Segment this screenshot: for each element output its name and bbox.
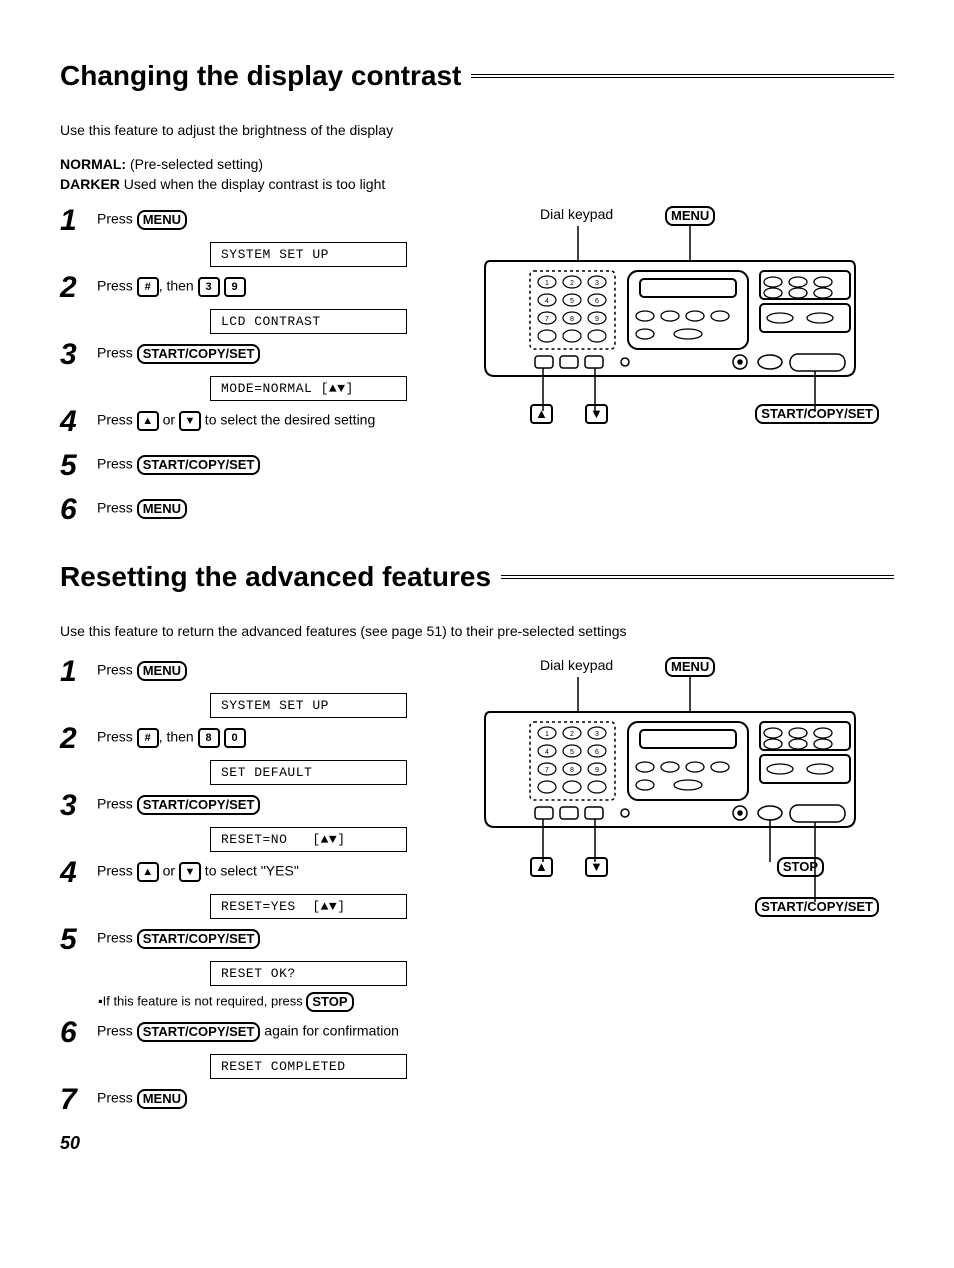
svg-text:8: 8	[570, 767, 574, 774]
up-arrow-key: ▲	[137, 862, 159, 882]
setting-darker: DARKER Used when the display contrast is…	[60, 176, 894, 192]
digit-key: 0	[224, 728, 246, 748]
lcd-display: RESET=YES [▲▼]	[210, 894, 407, 919]
lcd-display: SYSTEM SET UP	[210, 242, 407, 267]
svg-text:5: 5	[570, 749, 574, 756]
lcd-display: LCD CONTRAST	[210, 309, 407, 334]
down-arrow-key: ▼	[179, 411, 201, 431]
start-copy-set-button: START/COPY/SET	[137, 1022, 261, 1042]
step: 5 Press START/COPY/SET	[60, 451, 460, 481]
device-diagram-1: Dial keypad MENU ▲ ▼ START/COPY/SET 123 …	[480, 206, 894, 446]
step: 6 Press START/COPY/SET again for confirm…	[60, 1018, 460, 1048]
svg-text:1: 1	[545, 280, 549, 287]
step: 5 Press START/COPY/SET	[60, 925, 460, 955]
step: 2 Press #, then 3 9	[60, 273, 460, 303]
svg-text:9: 9	[595, 316, 599, 323]
svg-text:2: 2	[570, 731, 574, 738]
svg-text:3: 3	[595, 280, 599, 287]
digit-key: 3	[198, 277, 220, 297]
lcd-display: RESET COMPLETED	[210, 1054, 407, 1079]
lcd-display: RESET OK?	[210, 961, 407, 986]
section2-steps: 1 Press MENU SYSTEM SET UP 2 Press #, th…	[60, 657, 460, 1121]
svg-text:6: 6	[595, 298, 599, 305]
section1-intro: Use this feature to adjust the brightnes…	[60, 122, 894, 138]
up-arrow-key: ▲	[137, 411, 159, 431]
svg-text:2: 2	[570, 280, 574, 287]
step: 3 Press START/COPY/SET	[60, 340, 460, 370]
svg-text:1: 1	[545, 731, 549, 738]
menu-button: MENU	[137, 1089, 187, 1109]
menu-button: MENU	[137, 661, 187, 681]
hash-key: #	[137, 277, 159, 297]
start-copy-set-button: START/COPY/SET	[137, 929, 261, 949]
down-arrow-label: ▼	[585, 404, 608, 424]
dial-keypad-label: Dial keypad	[540, 657, 613, 673]
svg-text:7: 7	[545, 316, 549, 323]
start-copy-set-button: START/COPY/SET	[137, 455, 261, 475]
start-copy-set-label: START/COPY/SET	[755, 404, 879, 424]
step: 3 Press START/COPY/SET	[60, 791, 460, 821]
stop-button: STOP	[306, 992, 353, 1012]
start-copy-set-button: START/COPY/SET	[137, 344, 261, 364]
menu-label: MENU	[665, 657, 715, 677]
step: 7 Press MENU	[60, 1085, 460, 1115]
stop-note: ▪If this feature is not required, press …	[98, 992, 460, 1012]
section1-steps: 1 Press MENU SYSTEM SET UP 2 Press #, th…	[60, 206, 460, 531]
digit-key: 8	[198, 728, 220, 748]
lcd-display: RESET=NO [▲▼]	[210, 827, 407, 852]
menu-button: MENU	[137, 499, 187, 519]
setting-normal: NORMAL: (Pre-selected setting)	[60, 156, 894, 172]
section1-title: Changing the display contrast	[60, 60, 894, 92]
hash-key: #	[137, 728, 159, 748]
start-copy-set-button: START/COPY/SET	[137, 795, 261, 815]
section2-intro: Use this feature to return the advanced …	[60, 623, 894, 639]
section2-title: Resetting the advanced features	[60, 561, 894, 593]
svg-text:4: 4	[545, 749, 549, 756]
step: 1 Press MENU	[60, 657, 460, 687]
svg-text:9: 9	[595, 767, 599, 774]
lcd-display: MODE=NORMAL [▲▼]	[210, 376, 407, 401]
device-diagram-2: Dial keypad MENU ▲ ▼ STOP START/COPY/SET…	[480, 657, 894, 937]
step: 4 Press ▲ or ▼ to select "YES"	[60, 858, 460, 888]
svg-text:8: 8	[570, 316, 574, 323]
down-arrow-label: ▼	[585, 857, 608, 877]
svg-text:6: 6	[595, 749, 599, 756]
svg-text:4: 4	[545, 298, 549, 305]
up-arrow-label: ▲	[530, 857, 553, 877]
step: 4 Press ▲ or ▼ to select the desired set…	[60, 407, 460, 437]
menu-label: MENU	[665, 206, 715, 226]
svg-text:3: 3	[595, 731, 599, 738]
lcd-display: SET DEFAULT	[210, 760, 407, 785]
svg-text:5: 5	[570, 298, 574, 305]
lcd-display: SYSTEM SET UP	[210, 693, 407, 718]
svg-text:7: 7	[545, 767, 549, 774]
dial-keypad-label: Dial keypad	[540, 206, 613, 222]
step: 1 Press MENU	[60, 206, 460, 236]
start-copy-set-label: START/COPY/SET	[755, 897, 879, 917]
step: 2 Press #, then 8 0	[60, 724, 460, 754]
menu-button: MENU	[137, 210, 187, 230]
up-arrow-label: ▲	[530, 404, 553, 424]
down-arrow-key: ▼	[179, 862, 201, 882]
page-number: 50	[60, 1133, 894, 1154]
step: 6 Press MENU	[60, 495, 460, 525]
stop-label: STOP	[777, 857, 824, 877]
digit-key: 9	[224, 277, 246, 297]
